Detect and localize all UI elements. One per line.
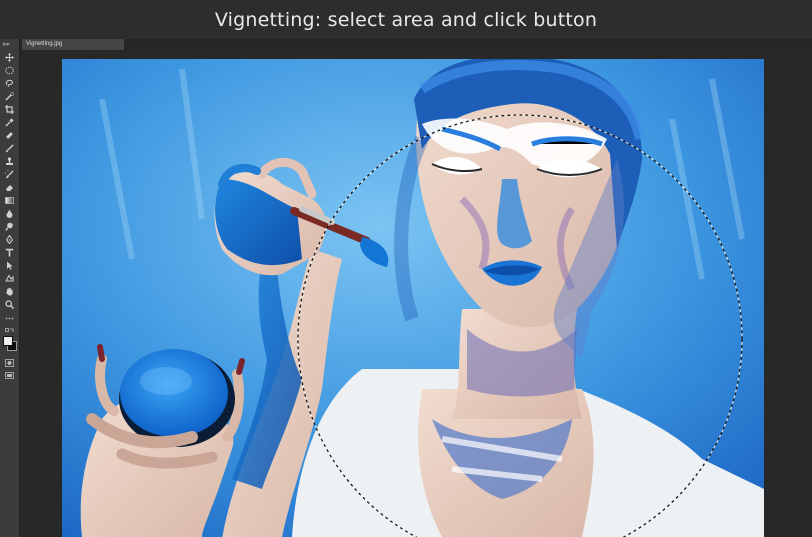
brush-tool-icon[interactable] [3,143,16,154]
marquee-tool-icon[interactable] [3,65,16,76]
eraser-tool-icon[interactable] [3,182,16,193]
healing-brush-tool-icon[interactable] [3,130,16,141]
document-image[interactable] [62,59,764,537]
clone-stamp-tool-icon[interactable] [3,156,16,167]
shape-tool-icon[interactable] [3,273,16,284]
swap-colors-icon[interactable] [3,325,16,336]
quick-select-tool-icon[interactable] [3,91,16,102]
document-tab[interactable]: Vignetting.jpg [22,39,124,50]
lasso-tool-icon[interactable] [3,78,16,89]
screen-mode-icon[interactable] [3,370,16,381]
dodge-tool-icon[interactable] [3,221,16,232]
path-select-tool-icon[interactable] [3,260,16,271]
pen-tool-icon[interactable] [3,234,16,245]
portrait-photo [62,59,764,537]
more-tools-icon[interactable] [3,313,16,324]
quick-mask-icon[interactable] [3,357,16,368]
history-brush-tool-icon[interactable] [3,169,16,180]
move-tool-icon[interactable] [3,52,16,63]
type-tool-icon[interactable] [3,247,16,258]
caption-text: Vignetting: select area and click button [214,8,598,31]
zoom-tool-icon[interactable] [3,299,16,310]
crop-tool-icon[interactable] [3,104,16,115]
hand-tool-icon[interactable] [3,286,16,297]
document-tab-bar: Vignetting.jpg [20,39,812,50]
gradient-tool-icon[interactable] [3,195,16,206]
app-window: Vignetting: select area and click button… [0,0,812,537]
caption-bar: Vignetting: select area and click button [0,0,812,39]
foreground-color-swatch[interactable] [3,336,13,346]
blur-tool-icon[interactable] [3,208,16,219]
canvas-area[interactable] [20,50,812,537]
eyedropper-tool-icon[interactable] [3,117,16,128]
panel-grip-icon[interactable]: ▸▸ [3,41,10,48]
tools-panel: ▸▸ [0,39,20,537]
